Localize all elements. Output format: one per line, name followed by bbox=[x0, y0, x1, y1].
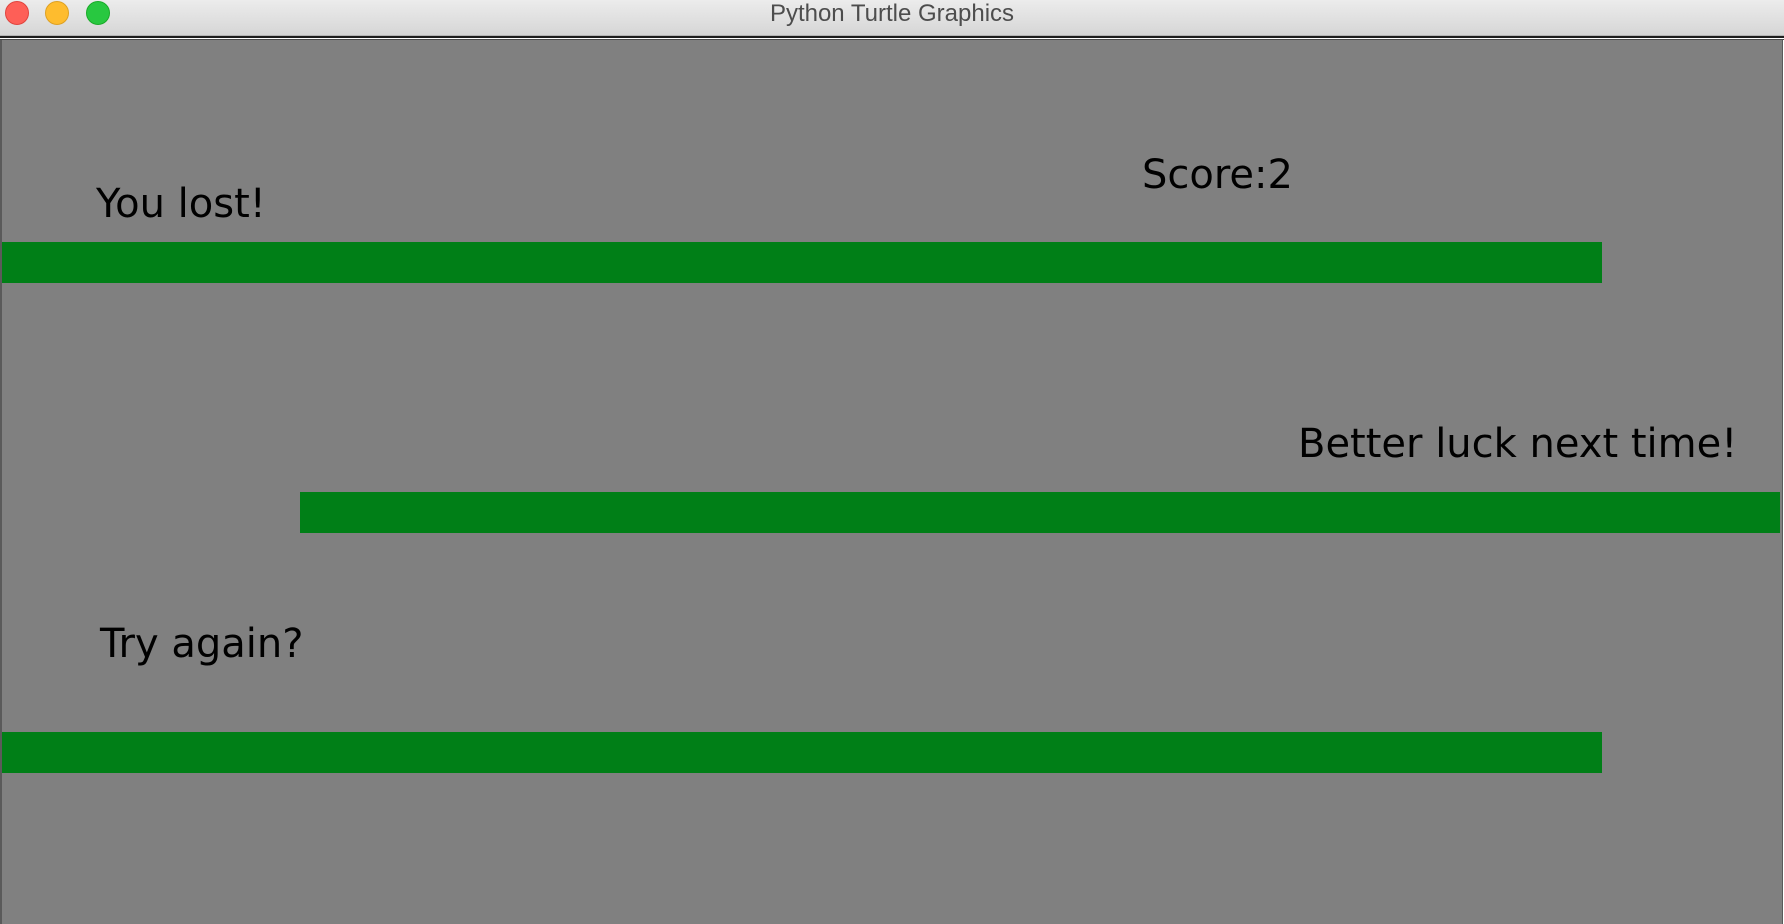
turtle-canvas[interactable]: Score:2 You lost! Better luck next time!… bbox=[0, 40, 1784, 924]
score-label: Score:2 bbox=[1142, 152, 1293, 198]
turtle-window: Python Turtle Graphics Score:2 You lost!… bbox=[0, 0, 1784, 924]
green-bar-top bbox=[2, 242, 1602, 283]
window-title: Python Turtle Graphics bbox=[769, 0, 1015, 27]
green-bar-bottom bbox=[2, 732, 1602, 773]
green-bar-middle bbox=[300, 492, 1780, 533]
try-again-prompt[interactable]: Try again? bbox=[100, 624, 304, 664]
better-luck-message: Better luck next time! bbox=[1298, 421, 1738, 467]
title-bar[interactable]: Python Turtle Graphics bbox=[0, 0, 1784, 36]
you-lost-message: You lost! bbox=[96, 181, 266, 227]
